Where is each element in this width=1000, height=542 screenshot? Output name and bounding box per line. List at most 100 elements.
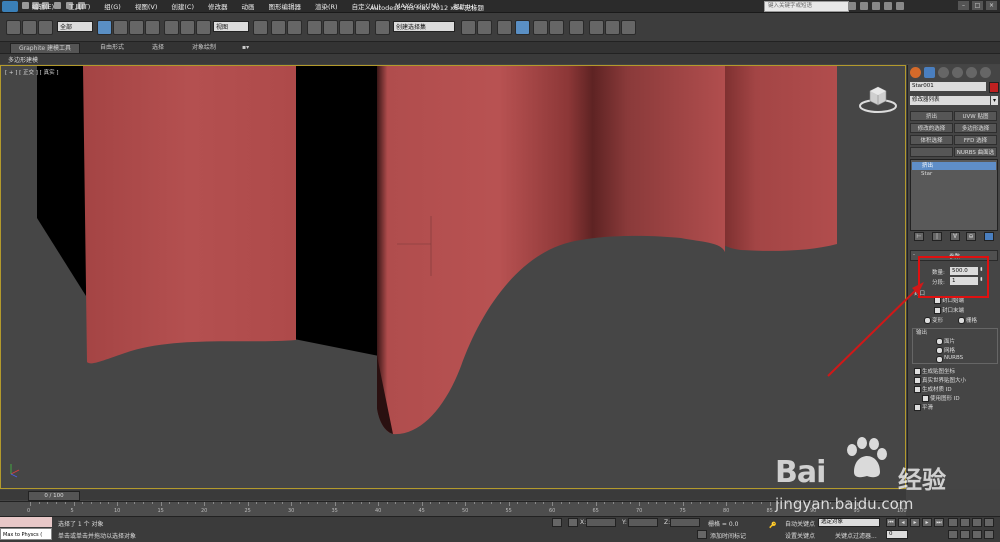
configure-modifier-sets-icon[interactable] xyxy=(984,232,994,241)
ribbon-options-icon[interactable]: ▪▾ xyxy=(242,43,249,52)
key-mode-dropdown[interactable]: 选定对象 xyxy=(818,518,880,527)
reference-coord-dropdown[interactable]: 视图 xyxy=(213,21,249,32)
snaps-toggle-icon[interactable] xyxy=(307,20,322,35)
cap-end-checkbox[interactable] xyxy=(934,307,941,314)
x-coord-field[interactable] xyxy=(586,518,616,527)
output-patch-radio[interactable] xyxy=(936,338,943,345)
search-input[interactable]: 键入关键字或短语 xyxy=(764,1,849,12)
display-tab-icon[interactable] xyxy=(966,67,977,78)
auto-key-button[interactable]: 自动关键点 xyxy=(785,519,815,528)
lock-selection-icon[interactable] xyxy=(552,518,562,527)
menu-animation[interactable]: 动画 xyxy=(242,1,255,11)
schematic-view-icon[interactable] xyxy=(549,20,564,35)
viewport-label[interactable]: [ + ] [ 正交 ] [ 真实 ] xyxy=(5,68,58,76)
next-frame-icon[interactable]: ▸ xyxy=(922,518,932,527)
track-bar[interactable]: 0 5 10 15 20 25 30 35 40 45 50 55 60 65 70 75 80 85 90 95 10… xyxy=(0,501,907,516)
bind-space-warp-icon[interactable] xyxy=(38,20,53,35)
tab-freeform[interactable]: 自由形式 xyxy=(100,43,124,52)
selection-filter-dropdown[interactable]: 全部 xyxy=(57,21,93,32)
named-selection-dropdown[interactable]: 创建选择集 xyxy=(393,21,455,32)
select-link-icon[interactable] xyxy=(6,20,21,35)
angle-snap-icon[interactable] xyxy=(323,20,338,35)
pivot-center-icon[interactable] xyxy=(253,20,268,35)
stack-item-star[interactable]: Star xyxy=(921,171,932,177)
tab-graphite-modeling[interactable]: Graphite 建模工具 xyxy=(10,43,81,54)
close-button[interactable]: × xyxy=(986,1,997,10)
viewcube-icon[interactable] xyxy=(858,83,898,117)
utilities-tab-icon[interactable] xyxy=(980,67,991,78)
material-editor-icon[interactable] xyxy=(569,20,584,35)
modify-tab-icon[interactable] xyxy=(924,67,935,78)
go-to-end-icon[interactable]: ⏭ xyxy=(934,518,944,527)
output-nurbs-radio[interactable] xyxy=(936,356,943,363)
set-key-button[interactable]: 设置关键点 xyxy=(785,531,815,540)
mod-button-mesh-select[interactable]: 修改的选择 xyxy=(910,123,953,133)
menu-rendering[interactable]: 渲染(R) xyxy=(315,1,338,11)
y-coord-field[interactable] xyxy=(628,518,658,527)
create-tab-icon[interactable] xyxy=(910,67,921,78)
menu-create[interactable]: 创建(C) xyxy=(171,1,194,11)
minimize-button[interactable]: – xyxy=(958,1,969,10)
search-icon[interactable] xyxy=(848,2,856,10)
zoom-extents-icon[interactable] xyxy=(972,518,982,527)
zoom-all-icon[interactable] xyxy=(960,518,970,527)
time-slider[interactable]: 0 / 100 xyxy=(28,491,80,501)
grid-radio[interactable] xyxy=(958,317,965,324)
render-production-icon[interactable] xyxy=(621,20,636,35)
object-color-swatch[interactable] xyxy=(989,82,999,93)
curve-editor-icon[interactable] xyxy=(533,20,548,35)
menu-views[interactable]: 视图(V) xyxy=(135,1,158,11)
select-object-icon[interactable] xyxy=(97,20,112,35)
menu-tools[interactable]: 工具(T) xyxy=(68,1,90,11)
select-by-name-icon[interactable] xyxy=(113,20,128,35)
current-frame-field[interactable]: 0 xyxy=(886,530,908,539)
orbit-icon[interactable] xyxy=(972,530,982,539)
mod-button-ffd-select[interactable]: FFD 选择 xyxy=(954,135,997,145)
z-coord-field[interactable] xyxy=(670,518,700,527)
tab-object-paint[interactable]: 对象绘制 xyxy=(192,43,216,52)
help-icon[interactable] xyxy=(896,2,904,10)
rotate-icon[interactable] xyxy=(180,20,195,35)
mod-button-empty[interactable] xyxy=(910,147,953,157)
mod-button-extrude[interactable]: 挤出 xyxy=(910,111,953,121)
align-icon[interactable] xyxy=(477,20,492,35)
app-menu-button[interactable] xyxy=(2,1,18,12)
communication-icon[interactable] xyxy=(872,2,880,10)
zoom-icon[interactable] xyxy=(948,518,958,527)
maxscript-listener[interactable] xyxy=(0,517,52,527)
output-mesh-radio[interactable] xyxy=(936,347,943,354)
unlink-icon[interactable] xyxy=(22,20,37,35)
prev-frame-icon[interactable]: ◂ xyxy=(898,518,908,527)
mod-button-nurbs-select[interactable]: NURBS 曲面选择 xyxy=(954,147,997,166)
tab-selection[interactable]: 选择 xyxy=(152,43,164,52)
mod-button-vol-select[interactable]: 体积选择 xyxy=(910,135,953,145)
use-shape-ids-checkbox[interactable] xyxy=(922,395,929,402)
mod-button-poly-select[interactable]: 多边形选择 xyxy=(954,123,997,133)
maximize-viewport-icon[interactable] xyxy=(984,530,994,539)
polygon-modeling-label[interactable]: 多边形建模 xyxy=(8,55,38,64)
menu-edit[interactable]: 编辑(E) xyxy=(32,1,54,11)
rect-selection-icon[interactable] xyxy=(129,20,144,35)
edit-named-selection-icon[interactable] xyxy=(375,20,390,35)
window-crossing-icon[interactable] xyxy=(145,20,160,35)
go-to-start-icon[interactable]: ⏮ xyxy=(886,518,896,527)
chevron-down-icon[interactable]: ▾ xyxy=(991,96,998,105)
percent-snap-icon[interactable] xyxy=(339,20,354,35)
viewport-perspective[interactable]: [ + ] [ 正交 ] [ 真实 ] xyxy=(0,65,906,489)
pin-stack-icon[interactable]: ⊢ xyxy=(914,232,924,241)
time-tag-icon[interactable] xyxy=(697,530,707,539)
make-unique-icon[interactable]: ∀ xyxy=(950,232,960,241)
graphite-toggle-icon[interactable] xyxy=(515,20,530,35)
key-icon[interactable]: 🔑 xyxy=(766,522,780,531)
maxscript-mini-listener[interactable]: Max to Physcs ( xyxy=(0,528,52,540)
mod-button-uvw-map[interactable]: UVW 贴图 xyxy=(954,111,997,121)
play-icon[interactable]: ▸ xyxy=(910,518,920,527)
scale-icon[interactable] xyxy=(196,20,211,35)
rendered-frame-icon[interactable] xyxy=(605,20,620,35)
maximize-button[interactable]: □ xyxy=(972,1,983,10)
fov-icon[interactable] xyxy=(948,530,958,539)
stack-item-extrude[interactable]: 挤出 xyxy=(912,162,996,170)
render-setup-icon[interactable] xyxy=(589,20,604,35)
key-filters-button[interactable]: 关键点过滤器... xyxy=(835,531,877,540)
gen-mat-ids-checkbox[interactable] xyxy=(914,386,921,393)
